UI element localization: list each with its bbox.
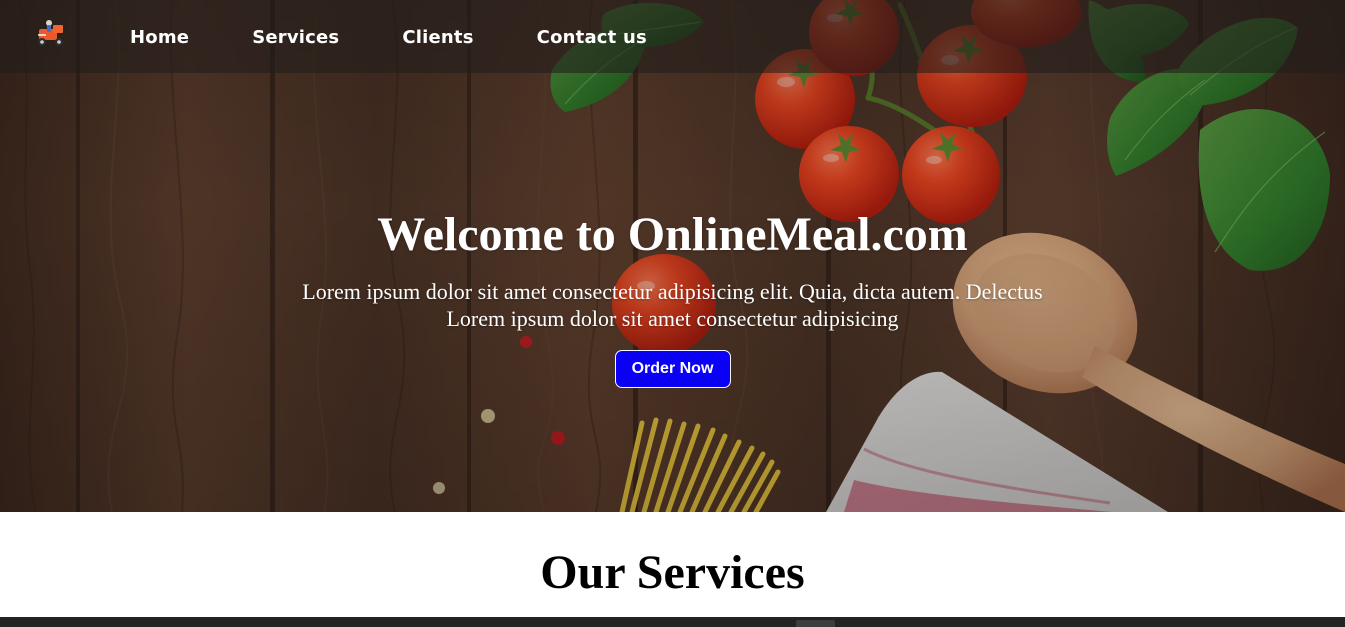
hero-description-line-2: Lorem ipsum dolor sit amet consectetur a… (446, 306, 899, 331)
hero-content: Welcome to OnlineMeal.com Lorem ipsum do… (0, 206, 1345, 388)
hero-description-line-1: Lorem ipsum dolor sit amet consectetur a… (302, 279, 1043, 304)
delivery-scooter-icon[interactable] (31, 17, 71, 51)
nav-link-clients[interactable]: Clients (402, 28, 473, 47)
hero-section: Home Services Clients Contact us Welcome… (0, 0, 1345, 512)
nav-link-contact-us[interactable]: Contact us (537, 28, 647, 47)
top-navbar: Home Services Clients Contact us (0, 0, 1345, 73)
nav-link-services[interactable]: Services (252, 28, 339, 47)
nav-link-home[interactable]: Home (130, 28, 189, 47)
services-heading: Our Services (540, 546, 805, 599)
hero-title: Welcome to OnlineMeal.com (377, 208, 968, 261)
hero-description: Lorem ipsum dolor sit amet consectetur a… (243, 278, 1103, 332)
services-section-strip (0, 617, 1345, 627)
navigation-links: Home Services Clients Contact us (130, 0, 710, 73)
section-tab-handle (796, 620, 835, 627)
order-now-button[interactable]: Order Now (614, 350, 731, 388)
